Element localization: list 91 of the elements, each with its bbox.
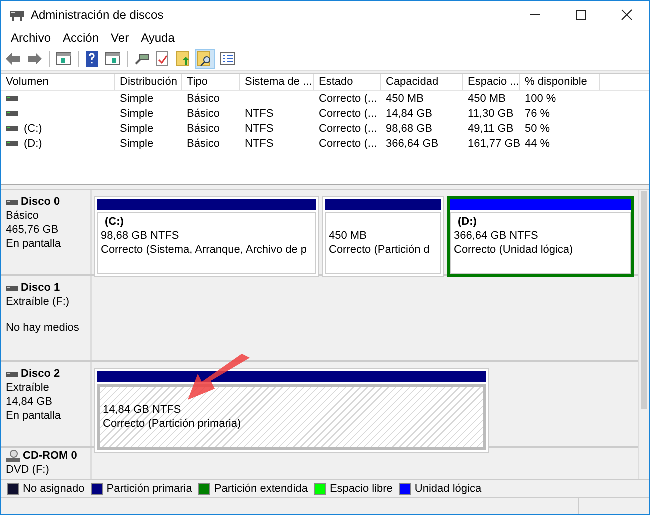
menu-item[interactable]: Acción — [57, 30, 106, 44]
folder-search-icon[interactable] — [196, 50, 214, 68]
table-cell: NTFS — [245, 122, 274, 134]
maximize-icon[interactable] — [575, 8, 587, 20]
table-cell: 366,64 GB — [386, 138, 439, 150]
close-icon[interactable] — [621, 8, 633, 20]
legend-label: No asignado — [23, 482, 85, 494]
table-cell: NTFS — [245, 138, 274, 150]
table-cell: (D:) — [24, 138, 42, 150]
table-cell: Simple — [120, 122, 154, 134]
back-arrow-icon[interactable] — [5, 52, 21, 66]
help-icon[interactable] — [85, 50, 99, 66]
table-cell: Correcto (... — [319, 138, 378, 150]
action-pane-icon[interactable] — [105, 52, 121, 66]
table-cell: 49,11 GB — [468, 122, 514, 134]
table-cell: 76 % — [525, 108, 550, 120]
partition-size: 366,64 GB NTFS — [454, 229, 538, 243]
drive-icon — [6, 111, 18, 116]
disk-info: DVD (F:) — [6, 463, 50, 477]
column-header[interactable]: Tipo — [182, 74, 240, 90]
table-cell: 14,84 GB — [386, 108, 432, 120]
drive-icon — [6, 126, 18, 131]
disk-info: En pantalla — [6, 409, 62, 423]
table-cell: Correcto (... — [319, 92, 378, 104]
legend-label: Partición primaria — [106, 482, 192, 494]
partition-size: 98,68 GB NTFS — [101, 229, 180, 243]
table-cell: Correcto (... — [319, 108, 378, 120]
partition-block[interactable]: 14,84 GB NTFS Correcto (Partición primaria) — [94, 368, 489, 453]
partition-status: Correcto (Unidad lógica) — [454, 243, 574, 257]
table-cell: Simple — [120, 138, 154, 150]
table-cell: 100 % — [525, 92, 556, 104]
disk-info: Básico — [6, 209, 40, 223]
partition-block[interactable]: 450 MB Correcto (Partición d — [322, 196, 444, 277]
table-cell: 50 % — [525, 122, 550, 134]
partition-status: Correcto (Partición d — [329, 243, 430, 257]
column-header[interactable]: Capacidad — [381, 74, 463, 90]
menu-item[interactable]: Ayuda — [135, 30, 181, 44]
table-cell: Simple — [120, 108, 154, 120]
disk-info: 465,76 GB — [6, 223, 60, 237]
disk-title: Disco 2 — [21, 367, 60, 381]
window-title: Administración de discos — [31, 8, 165, 22]
partition-size: 14,84 GB NTFS — [103, 403, 182, 417]
partition-size: 450 MB — [329, 229, 367, 243]
column-header[interactable]: % disponible — [520, 74, 600, 90]
legend-label: Espacio libre — [330, 482, 393, 494]
table-cell: 11,30 GB — [468, 108, 514, 120]
table-cell: 44 % — [525, 138, 550, 150]
legend-label: Unidad lógica — [414, 482, 482, 494]
table-cell: Simple — [120, 92, 154, 104]
connect-icon[interactable] — [134, 52, 150, 66]
folder-up-icon[interactable] — [176, 50, 190, 66]
table-cell: 98,68 GB — [386, 122, 432, 134]
checklist-icon[interactable] — [156, 50, 170, 66]
scrollbar-thumb[interactable] — [641, 191, 647, 409]
disk-title: CD-ROM 0 — [23, 449, 78, 463]
menu-item[interactable]: Archivo — [5, 30, 58, 44]
disk-info: En pantalla — [6, 237, 62, 251]
column-header[interactable]: Sistema de ... — [240, 74, 314, 90]
forward-arrow-icon[interactable] — [27, 52, 43, 66]
disk-title: Disco 0 — [21, 195, 60, 209]
table-cell: 161,77 GB — [468, 138, 521, 150]
column-header[interactable]: Espacio ... — [463, 74, 520, 90]
partition-block[interactable]: (D:) 366,64 GB NTFS Correcto (Unidad lógica) — [447, 196, 634, 277]
disk-info: No hay medios — [6, 321, 80, 335]
table-cell: 450 MB — [386, 92, 424, 104]
partition-status: Correcto (Partición primaria) — [103, 417, 242, 431]
partition-name: (C:) — [104, 215, 125, 229]
legend-label: Partición extendida — [214, 482, 308, 494]
table-cell: Correcto (... — [319, 122, 378, 134]
partition-block[interactable]: (C:) 98,68 GB NTFS Correcto (Sistema, Arranque, Archivo de p — [94, 196, 319, 277]
list-view-icon[interactable] — [220, 52, 236, 66]
disk-info: 14,84 GB — [6, 395, 54, 409]
disk-info: Extraíble — [6, 381, 50, 395]
drive-icon — [6, 96, 18, 101]
table-cell: Básico — [187, 138, 220, 150]
column-header[interactable]: Estado — [314, 74, 381, 90]
disk-info: Extraíble (F:) — [6, 295, 71, 309]
disk-title: Disco 1 — [21, 281, 60, 295]
table-cell: (C:) — [24, 122, 42, 134]
drive-icon — [6, 141, 18, 146]
table-cell: 450 MB — [468, 92, 506, 104]
console-tree-icon[interactable] — [56, 52, 72, 66]
menu-item[interactable]: Ver — [105, 30, 136, 44]
table-cell: Básico — [187, 92, 220, 104]
partition-status: Correcto (Sistema, Arranque, Archivo de p — [101, 243, 308, 257]
table-cell: Básico — [187, 108, 220, 120]
table-cell: Básico — [187, 122, 220, 134]
table-cell: NTFS — [245, 108, 274, 120]
partition-name: (D:) — [457, 215, 478, 229]
column-header[interactable]: Distribución — [115, 74, 182, 90]
column-header[interactable]: Volumen — [1, 74, 115, 90]
